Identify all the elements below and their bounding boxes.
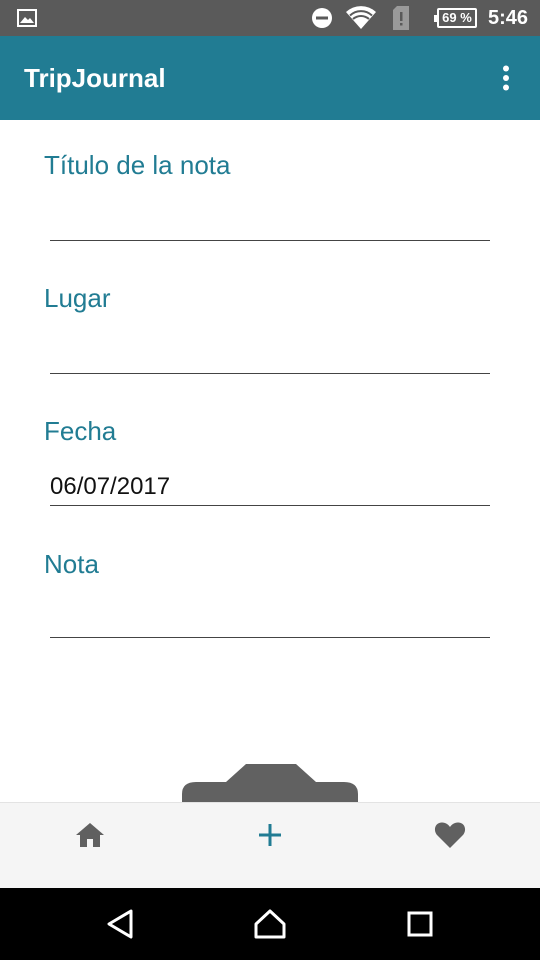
date-field-label: Fecha: [44, 416, 117, 446]
date-field: Fecha: [0, 416, 540, 536]
battery-icon: 69 %: [434, 8, 477, 28]
bottom-sheet-handle[interactable]: [182, 764, 358, 804]
do-not-disturb-icon: [310, 0, 334, 36]
status-bar: 69 % 5:46: [0, 0, 540, 36]
system-recents-button[interactable]: [390, 898, 450, 950]
system-back-button[interactable]: [90, 898, 150, 950]
place-field-label: Lugar: [44, 283, 111, 313]
back-icon: [107, 909, 133, 939]
note-field-label: Nota: [44, 549, 99, 579]
battery-level: 69 %: [442, 10, 472, 25]
favorite-icon: [434, 822, 466, 848]
date-input[interactable]: [50, 468, 490, 506]
overflow-menu-button[interactable]: [486, 58, 526, 98]
note-input[interactable]: [50, 600, 490, 638]
wifi-icon: [344, 0, 378, 36]
nav-home-button[interactable]: [60, 803, 120, 867]
system-navigation-bar: [0, 888, 540, 960]
bottom-navigation: [0, 802, 540, 888]
app-title: TripJournal: [24, 63, 166, 93]
home-icon: [76, 823, 104, 847]
title-field-label: Título de la nota: [44, 150, 231, 180]
nav-add-button[interactable]: [240, 803, 300, 867]
app-bar: TripJournal: [0, 36, 540, 120]
place-input[interactable]: [50, 336, 490, 374]
place-field: Lugar: [0, 283, 540, 403]
more-vert-icon: [503, 65, 509, 91]
title-field: Título de la nota: [0, 150, 540, 270]
note-field: Nota: [0, 549, 540, 669]
sim-alert-icon: [390, 0, 412, 36]
add-icon: [259, 824, 281, 846]
recents-icon: [407, 911, 433, 937]
image-notification-icon: [16, 0, 38, 36]
title-input[interactable]: [50, 203, 490, 241]
home-icon: [254, 909, 286, 939]
system-home-button[interactable]: [240, 898, 300, 950]
status-time: 5:46: [487, 7, 528, 29]
nav-favorites-button[interactable]: [420, 803, 480, 867]
